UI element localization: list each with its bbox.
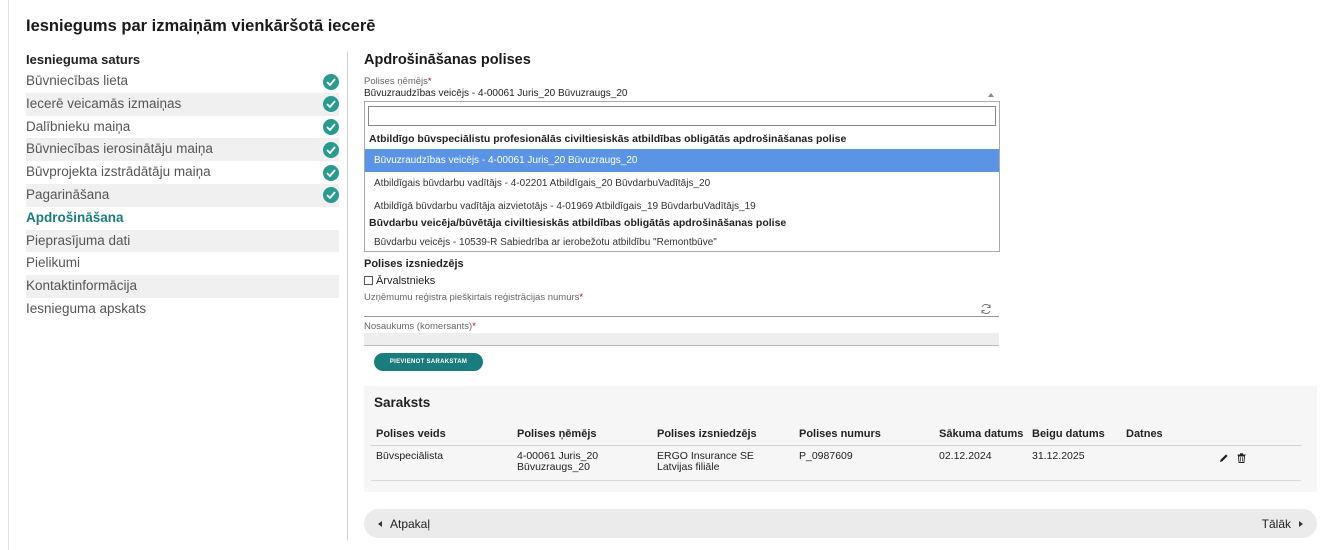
foreign-label: Ārvalstnieks	[376, 275, 436, 287]
next-button[interactable]: Tālāk	[1262, 517, 1303, 531]
column-header: Polises izsniedzējs	[657, 428, 757, 440]
sidebar-item-label: Pieprasījuma dati	[26, 232, 131, 248]
foreign-checkbox[interactable]	[364, 276, 373, 285]
edit-pencil-icon[interactable]	[1219, 451, 1233, 466]
check-circle-icon	[323, 119, 339, 136]
delete-trash-icon[interactable]	[1237, 451, 1246, 466]
section-title: Apdrošināšanas polises	[364, 52, 531, 68]
check-circle-icon	[323, 96, 339, 113]
row-divider	[371, 480, 1301, 481]
issuer-heading: Polises izsniedzējs	[364, 258, 464, 270]
sidebar-item-pagarinasana[interactable]: Pagarināšana	[26, 183, 339, 207]
dropdown-option[interactable]: Būvuzraudzības veicējs - 4-00061 Juris_2…	[365, 149, 999, 172]
row-actions	[1219, 451, 1246, 466]
sidebar-item-iecere-izmainas[interactable]: Iecerē veicamās izmaiņas	[26, 92, 339, 116]
sidebar-item-label: Iecerē veicamās izmaiņas	[26, 95, 182, 111]
add-to-list-button[interactable]: PIEVIENOT SARAKSTAM	[374, 353, 483, 371]
column-header: Beigu datums	[1032, 428, 1105, 440]
refresh-icon[interactable]	[980, 303, 992, 318]
sidebar-item-label: Kontaktinformācija	[26, 278, 138, 294]
column-header: Polises numurs	[799, 428, 881, 440]
caret-left-icon	[378, 521, 382, 527]
dropdown-search-input[interactable]	[368, 106, 996, 126]
cell-insured: 4-00061 Juris_20 Būvuzraugs_20	[517, 450, 599, 473]
sidebar-item-label: Dalībnieku maiņa	[26, 118, 131, 134]
sidebar-item-buvniecibas-lieta[interactable]: Būvniecības lieta	[26, 70, 339, 93]
check-circle-icon	[323, 73, 339, 90]
vertical-divider	[347, 52, 348, 540]
sidebar-item-label: Būvniecības ierosinātāju maiņa	[26, 141, 213, 157]
sidebar-item-label: Apdrošināšana	[26, 209, 124, 225]
header-divider	[371, 445, 1301, 446]
sidebar-item-ierosinataju-maina[interactable]: Būvniecības ierosinātāju maiņa	[26, 138, 339, 162]
sidebar-item-label: Būvniecības lieta	[26, 73, 129, 88]
sidebar-item-pieprasijuma-dati[interactable]: Pieprasījuma dati	[26, 229, 339, 253]
sidebar-item-izstradataju-maina[interactable]: Būvprojekta izstrādātāju maiņa	[26, 161, 339, 184]
insured-dropdown: Atbildīgo būvspeciālistu profesionālās c…	[364, 101, 1000, 252]
cell-end-date: 31.12.2025	[1032, 450, 1085, 462]
sidebar-item-apdrosinasana[interactable]: Apdrošināšana	[26, 207, 339, 230]
insured-select[interactable]: Būvuzraudzības veicējs - 4-00061 Juris_2…	[364, 89, 1000, 101]
foreign-checkbox-row[interactable]: Ārvalstnieks	[364, 275, 435, 287]
dropdown-option[interactable]: Atbildīgā būvdarbu vadītāja aizvietotājs…	[365, 195, 999, 218]
dropdown-option[interactable]: Būvdarbu veicējs - 10539-R Sabiedrība ar…	[365, 231, 999, 254]
cell-type: Būvspeciālista	[376, 450, 444, 462]
dropdown-group-contractor: Būvdarbu veicēja/būvētāja civiltiesiskās…	[369, 217, 787, 229]
sidebar-item-label: Pielikumi	[26, 255, 81, 271]
main-content: Apdrošināšanas polises Polises ņēmējs* B…	[364, 52, 1314, 99]
cell-issuer: ERGO Insurance SE Latvijas filiāle	[657, 450, 754, 473]
sidebar-item-pielikumi[interactable]: Pielikumi	[26, 252, 339, 275]
dropdown-option[interactable]: Atbildīgais būvdarbu vadītājs - 4-02201 …	[365, 172, 999, 195]
column-header: Polises ņēmējs	[517, 428, 597, 440]
name-label: Nosaukums (komersants)*	[364, 321, 476, 332]
column-header: Datnes	[1126, 428, 1163, 440]
check-circle-icon	[323, 141, 339, 158]
cell-start-date: 02.12.2024	[939, 450, 992, 462]
sidebar-item-dalibnieku-maina[interactable]: Dalībnieku maiņa	[26, 116, 339, 139]
sidebar-item-label: Iesnieguma apskats	[26, 300, 147, 316]
sidebar-item-kontaktinformacija[interactable]: Kontaktinformācija	[26, 275, 339, 298]
insured-label: Polises ņēmējs*	[364, 76, 432, 87]
insured-select-value: Būvuzraudzības veicējs - 4-00061 Juris_2…	[364, 88, 628, 99]
page-title: Iesniegums par izmaiņām vienkāršotā iece…	[26, 17, 376, 35]
column-header: Polises veids	[376, 428, 446, 440]
sidebar-item-iesnieguma-apskats[interactable]: Iesnieguma apskats	[26, 298, 339, 321]
list-panel: Saraksts Polises veids Polises ņēmējs Po…	[364, 386, 1317, 492]
select-arrow-icon	[988, 93, 994, 97]
step-nav-bar: Atpakaļ Tālāk	[364, 509, 1317, 538]
check-circle-icon	[323, 164, 339, 181]
dropdown-group-specialists: Atbildīgo būvspeciālistu profesionālās c…	[369, 133, 847, 145]
back-button[interactable]: Atpakaļ	[378, 517, 430, 531]
reg-number-input[interactable]	[364, 316, 999, 317]
list-title: Saraksts	[374, 395, 431, 410]
sidebar-item-label: Būvprojekta izstrādātāju maiņa	[26, 164, 211, 180]
name-input[interactable]	[364, 333, 999, 346]
column-header: Sākuma datums	[939, 428, 1024, 440]
left-border	[8, 0, 9, 550]
sidebar-item-label: Pagarināšana	[26, 186, 110, 202]
check-circle-icon	[323, 187, 339, 204]
caret-right-icon	[1299, 521, 1303, 527]
cell-number: P_0987609	[799, 450, 853, 462]
reg-number-label: Uzņēmumu reģistra piešķirtais reģistrāci…	[364, 292, 584, 303]
sidebar: Iesnieguma saturs Būvniecības lieta Iece…	[26, 52, 339, 321]
sidebar-heading: Iesnieguma saturs	[26, 52, 141, 67]
